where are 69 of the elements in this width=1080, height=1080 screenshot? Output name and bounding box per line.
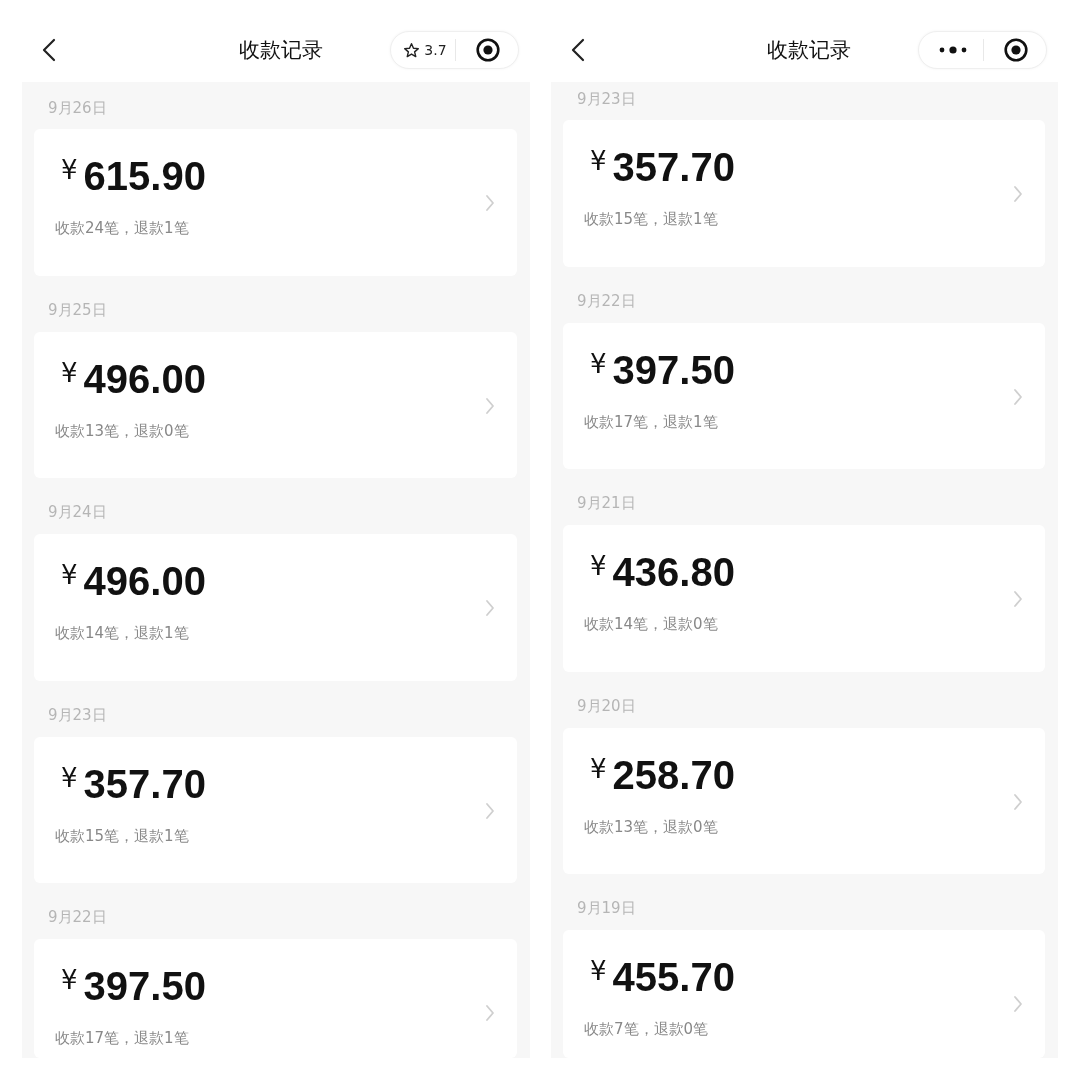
more-icon [939, 46, 967, 54]
currency-symbol: ¥ [61, 154, 78, 187]
record-card[interactable]: ¥357.70 收款15笔，退款1笔 [34, 736, 517, 883]
amount-text: 496.00 [83, 558, 206, 605]
summary-text: 收款17笔，退款1笔 [584, 411, 719, 432]
record-card[interactable]: ¥397.50 收款17笔，退款1笔 [34, 939, 517, 1058]
currency-symbol: ¥ [590, 752, 607, 786]
record-card[interactable]: ¥397.50 收款17笔，退款1笔 [563, 322, 1045, 469]
chevron-right-icon [485, 194, 495, 212]
summary-text: 收款24笔，退款1笔 [55, 218, 190, 238]
summary-text: 收款15笔，退款1笔 [584, 209, 719, 229]
currency-symbol: ¥ [590, 347, 607, 381]
date-label: 9月20日 [577, 696, 636, 715]
currency-symbol: ¥ [61, 356, 78, 390]
page-title: 收款记录 [767, 37, 851, 64]
chevron-right-icon [1013, 792, 1023, 811]
date-label: 9月22日 [577, 291, 636, 310]
amount-text: 436.80 [612, 549, 735, 596]
summary-text: 收款17笔，退款1笔 [55, 1028, 190, 1048]
currency-symbol: ¥ [590, 145, 607, 178]
amount-text: 357.70 [612, 144, 735, 191]
date-label: 9月22日 [48, 908, 107, 926]
currency-symbol: ¥ [61, 964, 78, 997]
target-icon[interactable] [1004, 38, 1028, 62]
chevron-right-icon [1013, 185, 1023, 203]
record-card[interactable]: ¥496.00 收款13笔，退款0笔 [34, 331, 517, 478]
record-card[interactable]: ¥496.00 收款14笔，退款1笔 [34, 534, 517, 681]
record-card[interactable]: ¥357.70 收款15笔，退款1笔 [563, 120, 1045, 267]
record-card[interactable]: ¥436.80 收款14笔，退款0笔 [563, 525, 1045, 672]
date-label: 9月26日 [48, 99, 107, 117]
chevron-right-icon [1013, 995, 1023, 1013]
date-label: 9月25日 [48, 300, 107, 319]
summary-text: 收款14笔，退款1笔 [55, 623, 190, 643]
amount-text: 258.70 [612, 751, 735, 799]
amount-text: 496.00 [83, 355, 206, 403]
currency-symbol: ¥ [61, 761, 78, 795]
chevron-right-icon [485, 1004, 495, 1022]
date-label: 9月23日 [577, 90, 636, 108]
summary-text: 收款13笔，退款0笔 [584, 816, 719, 837]
currency-symbol: ¥ [590, 550, 607, 583]
rating-button[interactable]: 3.7 [395, 35, 455, 65]
chevron-right-icon [485, 801, 495, 820]
amount-text: 357.70 [83, 760, 206, 808]
chevron-right-icon [1013, 387, 1023, 406]
record-card[interactable]: ¥455.70 收款7笔，退款0笔 [563, 930, 1045, 1058]
summary-text: 收款15笔，退款1笔 [55, 825, 190, 846]
page-title: 收款记录 [238, 37, 323, 64]
star-icon [403, 41, 421, 59]
date-label: 9月21日 [577, 494, 636, 512]
chevron-right-icon [485, 396, 495, 415]
summary-text: 收款7笔，退款0笔 [584, 1019, 710, 1039]
date-label: 9月19日 [577, 899, 636, 917]
amount-text: 615.90 [83, 153, 206, 200]
amount-text: 397.50 [83, 963, 206, 1010]
summary-text: 收款13笔，退款0笔 [55, 420, 190, 441]
amount-text: 455.70 [612, 954, 735, 1001]
summary-text: 收款14笔，退款0笔 [584, 614, 719, 634]
record-card[interactable]: ¥258.70 收款13笔，退款0笔 [563, 727, 1045, 874]
currency-symbol: ¥ [590, 955, 607, 988]
record-card[interactable]: ¥615.90 收款24笔，退款1笔 [34, 129, 517, 276]
date-label: 9月23日 [48, 705, 107, 724]
target-icon[interactable] [476, 38, 500, 62]
back-icon[interactable] [571, 38, 585, 62]
currency-symbol: ¥ [61, 559, 78, 592]
date-label: 9月24日 [48, 503, 107, 521]
back-icon[interactable] [42, 38, 56, 62]
chevron-right-icon [485, 599, 495, 617]
amount-text: 397.50 [612, 346, 735, 394]
chevron-right-icon [1013, 590, 1023, 608]
